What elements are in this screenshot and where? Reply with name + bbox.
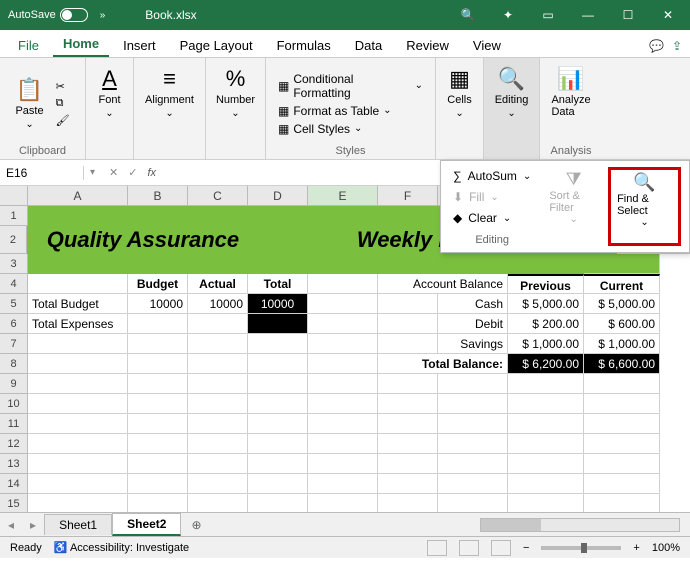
fill-icon: ⬇ [453,190,463,204]
select-all-corner[interactable] [0,186,28,205]
tab-nav-prev[interactable]: ◂ [0,518,22,532]
cellstyle-icon: ▦ [278,122,289,136]
sort-filter-button[interactable]: ⧩ Sort & Filter⌄ [543,167,604,246]
accessibility-status[interactable]: ♿ Accessibility: Investigate [54,541,189,554]
qat-more-icon[interactable]: » [100,10,106,21]
toggle-icon [60,8,88,22]
status-ready: Ready [10,542,42,554]
ribbon: 📋 Paste ⌄ ✂ ⧉ 🖌 Clipboard A Font⌄ ≡ Alig… [0,58,690,160]
alignment-icon: ≡ [163,66,176,92]
search-icon[interactable]: 🔍 [454,8,482,22]
comments-icon[interactable]: 💬 [649,39,664,53]
font-icon: A [102,66,117,92]
editing-dropdown: ∑AutoSum ⌄ ⬇Fill ⌄ ◆Clear ⌄ Editing ⧩ So… [440,160,690,253]
clear-button[interactable]: ◆Clear ⌄ [449,209,535,227]
formatpainter-button[interactable]: 🖌 [52,113,74,128]
cells-button[interactable]: ▦ Cells⌄ [443,62,475,123]
magnifier-icon: 🔍 [633,172,655,193]
alignment-button[interactable]: ≡ Alignment⌄ [141,62,198,123]
eraser-icon: ◆ [453,211,462,225]
menubar: File Home Insert Page Layout Formulas Da… [0,30,690,58]
analyze-data-button[interactable]: 📊 Analyze Data [547,62,594,122]
editing-button[interactable]: 🔍 Editing⌄ [491,62,533,123]
ribbon-display-icon[interactable]: ▭ [534,8,562,22]
autosum-button[interactable]: ∑AutoSum ⌄ [449,167,535,185]
zoom-in-button[interactable]: + [633,542,639,554]
view-normal-icon[interactable] [427,540,447,556]
cell-styles-button[interactable]: ▦ Cell Styles ⌄ [274,121,427,137]
view-pagelayout-icon[interactable] [459,540,479,556]
zoom-slider[interactable] [541,546,621,550]
banner-left: Quality Assurance [27,226,295,254]
number-button[interactable]: % Number⌄ [212,62,259,123]
sheet-tab-1[interactable]: Sheet1 [44,514,112,535]
funnel-icon: ⧩ [566,169,582,190]
tab-nav-next[interactable]: ▸ [22,518,44,532]
sigma-icon: ∑ [453,169,462,183]
condfmt-icon: ▦ [278,79,289,93]
cancel-icon[interactable]: ✕ [109,166,118,179]
maximize-icon[interactable]: ☐ [614,8,642,22]
tab-formulas[interactable]: Formulas [267,34,341,57]
find-select-button[interactable]: 🔍 Find & Select⌄ [608,167,681,246]
magnifier-icon: 🔍 [498,66,525,92]
tab-data[interactable]: Data [345,34,392,57]
table-icon: ▦ [278,104,289,118]
fx-icon[interactable]: fx [147,167,156,179]
namebox-dropdown-icon[interactable]: ▾ [84,167,101,178]
sheet-tab-2[interactable]: Sheet2 [112,513,181,536]
fill-button[interactable]: ⬇Fill ⌄ [449,188,535,206]
paste-button[interactable]: 📋 Paste ⌄ [11,73,47,134]
close-icon[interactable]: ✕ [654,8,682,22]
zoom-level[interactable]: 100% [652,542,680,554]
minimize-icon[interactable]: ― [574,8,602,22]
font-button[interactable]: A Font⌄ [94,62,124,123]
tab-home[interactable]: Home [53,32,109,57]
autosave-toggle[interactable]: AutoSave [8,8,88,22]
cut-button[interactable]: ✂ [52,79,74,94]
share-icon[interactable]: ⇪ [672,39,682,53]
titlebar: AutoSave » Book.xlsx 🔍 ✦ ▭ ― ☐ ✕ [0,0,690,30]
accessibility-icon: ♿ [54,542,68,554]
clipboard-icon: 📋 [16,77,43,103]
percent-icon: % [226,66,246,92]
horizontal-scrollbar[interactable] [212,518,690,532]
sheet-tabs: ◂ ▸ Sheet1 Sheet2 ⊕ [0,512,690,536]
reward-icon[interactable]: ✦ [494,8,522,22]
add-sheet-button[interactable]: ⊕ [181,518,211,532]
zoom-out-button[interactable]: − [523,542,529,554]
tab-insert[interactable]: Insert [113,34,166,57]
view-pagebreak-icon[interactable] [491,540,511,556]
conditional-formatting-button[interactable]: ▦ Conditional Formatting ⌄ [274,71,427,101]
cells-icon: ▦ [449,66,470,92]
enter-icon[interactable]: ✓ [128,166,137,179]
name-box[interactable]: E16 [0,166,84,180]
statusbar: Ready ♿ Accessibility: Investigate − + 1… [0,536,690,558]
tab-pagelayout[interactable]: Page Layout [170,34,263,57]
tab-review[interactable]: Review [396,34,459,57]
format-table-button[interactable]: ▦ Format as Table ⌄ [274,103,427,119]
group-styles: Styles [336,145,366,157]
group-analysis: Analysis [551,145,592,157]
tab-file[interactable]: File [8,34,49,57]
copy-button[interactable]: ⧉ [52,96,74,111]
filename: Book.xlsx [145,8,454,22]
tab-view[interactable]: View [463,34,511,57]
editing-label: Editing [449,230,535,246]
group-clipboard: Clipboard [19,145,66,157]
analyze-icon: 📊 [557,66,584,92]
